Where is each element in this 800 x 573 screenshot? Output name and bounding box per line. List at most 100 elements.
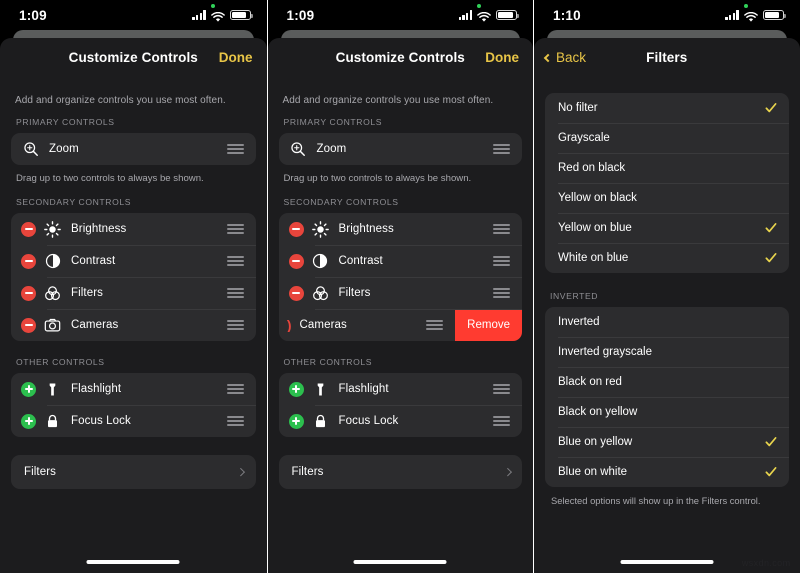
home-indicator	[86, 560, 180, 564]
list-item-black-on-red[interactable]: Black on red	[545, 367, 789, 397]
minus-badge-icon[interactable]	[21, 221, 36, 237]
drag-handle-icon[interactable]	[493, 288, 510, 298]
list-item-filters[interactable]: Filters	[11, 277, 256, 309]
drag-handle-icon[interactable]	[493, 224, 510, 234]
minus-badge-icon[interactable]	[21, 285, 36, 301]
contrast-icon	[43, 252, 62, 271]
drag-handle-icon[interactable]	[226, 320, 244, 330]
list-item-no-filter[interactable]: No filter	[545, 93, 789, 123]
page-title: Filters	[646, 50, 688, 65]
drag-handle-icon[interactable]	[226, 416, 244, 426]
list-item-flashlight[interactable]: Flashlight	[11, 373, 256, 405]
navlink-label: Filters	[24, 466, 57, 478]
list-item-contrast[interactable]: Contrast	[279, 245, 523, 277]
drag-handle-icon[interactable]	[226, 256, 244, 266]
status-bar-3: 1:10	[534, 0, 800, 30]
list-item-focus-lock[interactable]: Focus Lock	[279, 405, 523, 437]
minus-badge-icon[interactable]	[21, 253, 36, 269]
status-icons	[725, 9, 786, 22]
phone-screen-1: 1:09 Customize Controls Done Add and org…	[0, 0, 267, 573]
list-item-inverted[interactable]: Inverted	[545, 307, 789, 337]
plus-badge-icon[interactable]	[21, 381, 36, 397]
filter-label: Yellow on blue	[558, 222, 632, 234]
drag-handle-icon[interactable]	[426, 320, 444, 330]
list-item-label: Contrast	[338, 255, 383, 267]
sheet-body-1: Add and organize controls you use most o…	[0, 77, 267, 573]
minus-badge-icon[interactable]	[288, 253, 304, 269]
list-item-white-on-blue[interactable]: White on blue	[545, 243, 789, 273]
cellular-signal-icon	[725, 10, 739, 20]
list-item-cameras-swiped[interactable]: ) Cameras Remove	[279, 309, 522, 341]
secondary-controls-header: SECONDARY CONTROLS	[16, 197, 132, 207]
primary-controls-footnote: Drag up to two controls to always be sho…	[16, 173, 204, 184]
sidebar-item-filters-link[interactable]: Filters	[11, 455, 256, 489]
drag-handle-icon[interactable]	[493, 144, 510, 154]
list-item-contrast[interactable]: Contrast	[11, 245, 256, 277]
drag-handle-icon[interactable]	[226, 144, 244, 154]
drag-handle-icon[interactable]	[226, 224, 244, 234]
partial-minus-badge-icon: )	[286, 318, 292, 332]
list-item-label: Contrast	[71, 255, 116, 267]
list-item-filters[interactable]: Filters	[279, 277, 523, 309]
cellular-signal-icon	[192, 10, 206, 20]
done-button[interactable]: Done	[485, 50, 519, 65]
minus-badge-icon[interactable]	[21, 317, 36, 333]
list-item-grayscale[interactable]: Grayscale	[545, 123, 789, 153]
list-item-label: Zoom	[49, 143, 79, 155]
done-button[interactable]: Done	[219, 50, 253, 65]
list-item-label: Cameras	[299, 319, 347, 331]
primary-controls-header: PRIMARY CONTROLS	[283, 117, 383, 127]
plus-badge-icon[interactable]	[21, 413, 36, 429]
list-item-brightness[interactable]: Brightness	[11, 213, 256, 245]
filters-icon	[43, 284, 62, 303]
minus-badge-icon[interactable]	[288, 221, 304, 237]
list-item-focus-lock[interactable]: Focus Lock	[11, 405, 256, 437]
back-button-label: Back	[556, 50, 587, 65]
list-item-black-on-yellow[interactable]: Black on yellow	[545, 397, 789, 427]
battery-icon	[496, 9, 519, 21]
list-item-zoom[interactable]: Zoom	[11, 133, 256, 165]
primary-controls-footnote: Drag up to two controls to always be sho…	[283, 173, 472, 184]
plus-badge-icon[interactable]	[288, 413, 304, 429]
checkmark-placeholder	[765, 346, 777, 358]
status-time: 1:09	[19, 7, 47, 23]
status-time: 1:10	[553, 7, 581, 23]
list-item-yellow-on-black[interactable]: Yellow on black	[545, 183, 789, 213]
minus-badge-icon[interactable]	[288, 285, 304, 301]
cellular-signal-icon	[458, 10, 472, 20]
flashlight-icon	[43, 380, 62, 399]
drag-handle-icon[interactable]	[493, 416, 510, 426]
checkmark-placeholder	[765, 376, 777, 388]
zoom-in-icon	[289, 140, 308, 159]
filter-label: Grayscale	[558, 132, 610, 144]
primary-controls-group: Zoom	[11, 133, 256, 165]
checkmark-placeholder	[765, 406, 777, 418]
back-button[interactable]: Back	[543, 50, 587, 65]
list-item-blue-on-yellow[interactable]: Blue on yellow	[545, 427, 789, 457]
nav-bar-2: Customize Controls Done	[268, 38, 534, 77]
secondary-controls-header: SECONDARY CONTROLS	[283, 197, 399, 207]
filters-sheet: Back Filters No filter Grayscale Red on …	[534, 38, 800, 573]
drag-handle-icon[interactable]	[226, 384, 244, 394]
wifi-icon	[477, 10, 491, 22]
list-item-label: Filters	[71, 287, 104, 299]
list-item-zoom[interactable]: Zoom	[279, 133, 523, 165]
list-item-blue-on-white[interactable]: Blue on white	[545, 457, 789, 487]
drag-handle-icon[interactable]	[226, 288, 244, 298]
remove-button[interactable]: Remove	[455, 309, 522, 341]
drag-handle-icon[interactable]	[493, 384, 510, 394]
lock-icon	[43, 412, 62, 431]
list-item-inverted-grayscale[interactable]: Inverted grayscale	[545, 337, 789, 367]
wifi-icon	[210, 10, 225, 22]
drag-handle-icon[interactable]	[493, 256, 510, 266]
list-item-flashlight[interactable]: Flashlight	[279, 373, 523, 405]
list-item-cameras[interactable]: Cameras	[11, 309, 256, 341]
plus-badge-icon[interactable]	[288, 381, 304, 397]
filter-label: Black on yellow	[558, 406, 638, 418]
intro-text: Add and organize controls you use most o…	[282, 95, 494, 106]
contrast-icon	[311, 252, 330, 271]
list-item-yellow-on-blue[interactable]: Yellow on blue	[545, 213, 789, 243]
list-item-red-on-black[interactable]: Red on black	[545, 153, 789, 183]
sidebar-item-filters-link[interactable]: Filters	[279, 455, 523, 489]
list-item-brightness[interactable]: Brightness	[279, 213, 523, 245]
